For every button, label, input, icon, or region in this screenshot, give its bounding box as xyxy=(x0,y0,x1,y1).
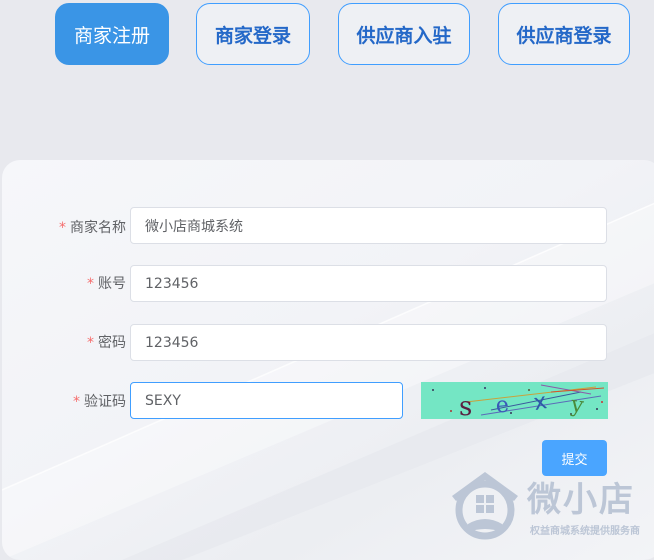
captcha-input[interactable] xyxy=(130,382,403,419)
house-shield-icon xyxy=(452,472,518,540)
captcha-char-2: e xyxy=(495,392,511,418)
required-mark: * xyxy=(87,335,94,351)
password-label-text: 密码 xyxy=(98,335,126,351)
account-label: * 账号 xyxy=(87,273,126,293)
captcha-label: * 验证码 xyxy=(73,391,126,411)
tab-supplier-login[interactable]: 供应商登录 xyxy=(498,3,630,65)
submit-button[interactable]: 提交 xyxy=(542,440,607,476)
merchant-name-label: * 商家名称 xyxy=(59,217,126,237)
watermark-brand: 微小店 xyxy=(527,480,635,520)
captcha-label-text: 验证码 xyxy=(84,394,126,410)
merchant-name-label-text: 商家名称 xyxy=(70,220,126,236)
password-input[interactable] xyxy=(130,324,607,361)
tab-supplier-join[interactable]: 供应商入驻 xyxy=(338,3,470,65)
tab-merchant-login[interactable]: 商家登录 xyxy=(196,3,310,65)
required-mark: * xyxy=(59,220,66,236)
captcha-image[interactable]: s e x y xyxy=(421,382,608,419)
account-input[interactable] xyxy=(130,265,607,302)
password-label: * 密码 xyxy=(87,332,126,352)
merchant-name-input[interactable] xyxy=(130,207,607,244)
watermark-slogan: 权益商城系统提供服务商 xyxy=(530,526,640,537)
captcha-char-1: s xyxy=(459,392,472,419)
tab-merchant-register[interactable]: 商家注册 xyxy=(55,3,169,65)
required-mark: * xyxy=(73,394,80,410)
required-mark: * xyxy=(87,276,94,292)
account-label-text: 账号 xyxy=(98,276,126,292)
